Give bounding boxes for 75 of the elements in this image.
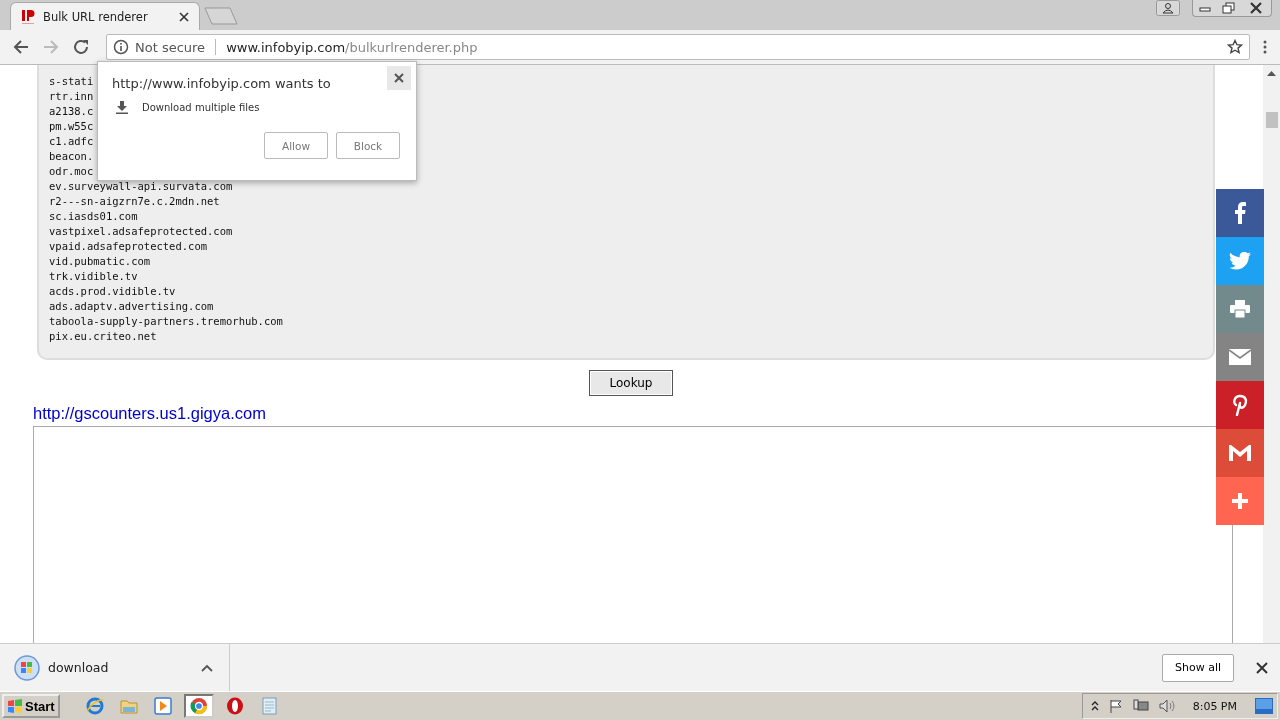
address-bar[interactable]: Not secure www.infobyip.com/bulkurlrenderer.php xyxy=(106,34,1250,60)
envelope-icon xyxy=(1229,349,1251,365)
scroll-up-icon[interactable] xyxy=(1267,71,1276,76)
bookmark-star-icon[interactable] xyxy=(1227,39,1243,55)
domain-line: sc.iasds01.com xyxy=(49,209,138,224)
speaker-icon[interactable] xyxy=(1158,699,1175,713)
domain-line: vpaid.adsafeprotected.com xyxy=(49,239,208,254)
caret-icon[interactable] xyxy=(201,663,213,672)
clock[interactable]: 8:05 PM xyxy=(1192,699,1237,713)
popup-message: http://www.infobyip.com wants to xyxy=(112,76,332,91)
plus-icon xyxy=(1232,493,1248,509)
security-label: Not secure xyxy=(135,39,206,55)
permission-request: Download multiple files xyxy=(142,102,260,113)
download-name: download xyxy=(48,660,110,675)
show-all-button[interactable]: Show all xyxy=(1161,653,1234,682)
domain-line: r2---sn-aigzrn7e.c.2mdn.net xyxy=(49,194,220,209)
domain-line: trk.vidible.tv xyxy=(49,269,138,284)
share-button[interactable] xyxy=(1216,237,1264,285)
start-button[interactable]: Start xyxy=(2,694,60,718)
domain-line: pix.eu.criteo.net xyxy=(49,329,157,344)
printer-icon xyxy=(1230,300,1250,318)
domain-line: ev.surveywall-api.survata.com xyxy=(49,179,233,194)
reload-icon[interactable] xyxy=(72,38,90,56)
network-icon[interactable] xyxy=(1132,699,1149,713)
play-icon xyxy=(153,697,172,715)
menu-icon[interactable] xyxy=(1262,39,1268,55)
installer-icon xyxy=(14,654,40,681)
close-icon[interactable] xyxy=(179,11,189,22)
domain-line: vastpixel.adsafeprotected.com xyxy=(49,224,233,239)
scroll-thumb[interactable] xyxy=(1265,112,1278,128)
share-button[interactable] xyxy=(1216,333,1264,381)
download-icon xyxy=(116,101,128,114)
info-icon xyxy=(113,39,129,55)
domain-line: ads.adaptv.advertising.com xyxy=(49,299,214,314)
domain-line: rtr.inn xyxy=(49,89,94,104)
close-icon[interactable] xyxy=(387,66,411,90)
pin-letter-icon xyxy=(1232,394,1248,416)
e-globe-icon xyxy=(85,697,104,715)
domain-line: pm.w55c xyxy=(49,119,94,134)
domain-line: vid.pubmatic.com xyxy=(49,254,151,269)
lookup-button[interactable]: Lookup xyxy=(589,370,673,396)
domain-line: c1.adfc xyxy=(49,134,94,149)
mail-m-icon xyxy=(1229,445,1251,461)
scrollbar[interactable] xyxy=(1263,65,1280,643)
permission-button[interactable]: Allow xyxy=(264,132,328,159)
domain-line: taboola-supply-partners.tremorhub.com xyxy=(49,314,283,329)
domain-line: acds.prod.vidible.tv xyxy=(49,284,176,299)
share-button[interactable] xyxy=(1216,189,1264,237)
folder-icon xyxy=(119,698,138,714)
share-button[interactable] xyxy=(1216,381,1264,429)
user-icon[interactable] xyxy=(1156,0,1180,16)
flag-icon[interactable] xyxy=(1108,699,1123,713)
site-logo-icon xyxy=(21,8,37,25)
share-button[interactable] xyxy=(1216,285,1264,333)
chevron-up-icon[interactable] xyxy=(1090,701,1099,711)
domain-line: a2138.c xyxy=(49,104,94,119)
url-text: www.infobyip.com/bulkurlrenderer.php xyxy=(226,39,478,55)
domain-line: beacon. xyxy=(49,149,94,164)
notepad-icon xyxy=(259,697,278,715)
tab-title: Bulk URL renderer xyxy=(43,9,149,24)
taskbar-app[interactable] xyxy=(183,694,214,718)
domain-line: odr.moc xyxy=(49,164,94,179)
result-link[interactable]: http://gscounters.us1.gigya.com xyxy=(33,404,266,423)
permission-button[interactable]: Block xyxy=(336,132,400,159)
close-icon[interactable] xyxy=(1256,661,1268,674)
share-button[interactable] xyxy=(1216,477,1264,525)
bird-icon xyxy=(1229,252,1251,270)
share-button[interactable] xyxy=(1216,429,1264,477)
o-letter-icon xyxy=(225,697,244,715)
back-icon[interactable] xyxy=(12,38,30,56)
browser-logo-icon xyxy=(189,697,208,715)
windows-logo-icon xyxy=(7,699,23,713)
browser-tab[interactable]: Bulk URL renderer xyxy=(10,2,200,30)
domain-line: s-stati xyxy=(49,74,94,89)
facebook-icon xyxy=(1234,202,1246,224)
